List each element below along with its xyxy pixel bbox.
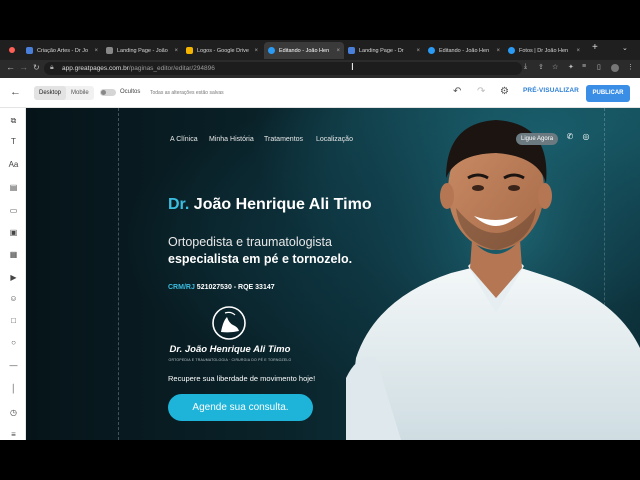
close-icon[interactable]: × xyxy=(336,48,340,54)
forward-arrow-icon[interactable]: → xyxy=(19,62,28,72)
doctor-photo[interactable] xyxy=(346,108,640,440)
browser-tab[interactable]: Criação Artes - Dr Jo × xyxy=(22,42,102,59)
layout-guide xyxy=(118,108,119,440)
subtitle-line-2: especialista em pé e tornozelo. xyxy=(168,252,353,266)
close-icon[interactable]: × xyxy=(254,48,258,54)
hidden-elements-toggle[interactable] xyxy=(100,89,116,96)
browser-tab[interactable]: Logos - Google Drive × xyxy=(182,42,262,59)
menu-link[interactable]: Tratamentos xyxy=(264,136,303,143)
foot-logo-icon xyxy=(212,306,246,340)
profile-avatar[interactable] xyxy=(611,64,619,72)
drive-favicon-icon xyxy=(186,47,193,54)
call-now-button[interactable]: Ligue Agora xyxy=(516,133,559,145)
close-icon[interactable]: × xyxy=(174,48,178,54)
tab-title: Fotos | Dr João Hen xyxy=(519,47,569,54)
close-icon[interactable]: × xyxy=(416,48,420,54)
share-icon[interactable]: ⇪ xyxy=(538,63,544,71)
whatsapp-icon[interactable]: ✆ xyxy=(565,132,575,142)
code-icon[interactable]: ≡ xyxy=(7,430,20,439)
doc-favicon-icon xyxy=(348,47,355,54)
close-icon[interactable]: × xyxy=(496,48,500,54)
tab-title: Landing Page - João xyxy=(117,47,168,54)
url-path: /paginas_editor/editar/294896 xyxy=(128,64,215,72)
browser-tab[interactable]: Fotos | Dr João Hen × xyxy=(504,42,584,59)
redo-icon[interactable]: ↷ xyxy=(477,86,485,97)
menu-link[interactable]: Minha História xyxy=(209,136,254,143)
new-tab-button[interactable]: + xyxy=(592,42,598,53)
emoji-icon[interactable]: ☺ xyxy=(7,294,20,303)
logo-name: Dr. João Henrique Ali Timo xyxy=(169,344,291,355)
extensions-icon[interactable]: ✦ xyxy=(568,63,574,71)
image-icon[interactable]: ▣ xyxy=(7,228,20,237)
device-toggle: Desktop Mobile xyxy=(34,86,94,100)
title-name: João Henrique Ali Timo xyxy=(193,196,372,213)
greatpages-favicon-icon xyxy=(428,47,435,54)
letterbox-bottom xyxy=(0,440,640,480)
doc-favicon-icon xyxy=(26,47,33,54)
tab-title: Landing Page - Dr xyxy=(359,47,404,54)
layers-icon[interactable]: ⧉ xyxy=(7,116,20,126)
circle-icon[interactable]: ○ xyxy=(7,338,20,347)
browser-tab-active[interactable]: Editando - João Hen × xyxy=(264,42,344,59)
device-mobile-button[interactable]: Mobile xyxy=(66,86,94,100)
book-appointment-button[interactable]: Agende sua consulta. xyxy=(168,394,313,421)
logo-tagline: ORTOPEDIA E TRAUMATOLOGIA · CIRURGIA DO … xyxy=(168,358,292,362)
screen: Criação Artes - Dr Jo × Landing Page - J… xyxy=(0,0,640,480)
font-icon[interactable]: Aa xyxy=(7,160,20,169)
text-icon[interactable]: T xyxy=(7,137,20,146)
browser-tab[interactable]: Editando - João Hen × xyxy=(424,42,504,59)
publish-button[interactable]: PUBLICAR xyxy=(586,85,630,102)
tab-title: Criação Artes - Dr Jo xyxy=(37,47,89,54)
device-desktop-button[interactable]: Desktop xyxy=(34,86,67,100)
tab-title: Editando - João Hen xyxy=(439,47,490,54)
sidebar-icon[interactable]: ▯ xyxy=(597,63,601,71)
reload-icon[interactable]: ↻ xyxy=(33,63,40,72)
subtitle-line-1: Ortopedista e traumatologista xyxy=(168,235,332,249)
browser-tab[interactable]: Landing Page - Dr × xyxy=(344,42,424,59)
crm-label: CRM/RJ xyxy=(168,284,195,291)
url-host: app.greatpages.com.br xyxy=(62,64,129,72)
video-icon[interactable]: ▶ xyxy=(7,273,20,282)
menu-link[interactable]: A Clínica xyxy=(170,136,198,143)
gear-icon[interactable]: ⚙ xyxy=(500,86,509,97)
undo-icon[interactable]: ↶ xyxy=(453,86,461,97)
save-status: Todas as alterações estão salvas xyxy=(150,89,224,96)
form-icon[interactable]: ▤ xyxy=(7,183,20,192)
divider-icon[interactable]: │ xyxy=(7,384,20,393)
hidden-elements-label: Ocultos xyxy=(120,89,141,95)
title-prefix: Dr. xyxy=(168,196,190,213)
lock-icon[interactable]: 🔒︎ xyxy=(50,64,54,72)
back-arrow-icon[interactable]: ← xyxy=(10,86,21,98)
chevron-down-icon[interactable]: ⌄ xyxy=(622,44,628,52)
page-canvas[interactable]: A Clínica Minha História Tratamentos Loc… xyxy=(26,108,640,440)
close-icon[interactable]: × xyxy=(94,48,98,54)
download-icon[interactable]: ⤓ xyxy=(524,63,527,71)
crm-info: CRM/RJ 521027530 - RQE 33147 xyxy=(168,284,275,291)
preview-button[interactable]: PRÉ-VISUALIZAR xyxy=(523,87,579,94)
reading-list-icon[interactable]: ≡ xyxy=(582,63,586,70)
instagram-icon[interactable]: ◎ xyxy=(581,132,591,142)
page-title: Dr. João Henrique Ali Timo xyxy=(168,196,372,214)
tab-title: Editando - João Hen xyxy=(279,47,330,54)
timer-icon[interactable]: ◷ xyxy=(7,408,20,417)
crm-value: 521027530 - RQE 33147 xyxy=(196,284,275,291)
url-text[interactable]: app.greatpages.com.br/paginas_editor/edi… xyxy=(62,65,215,72)
gallery-icon[interactable]: ▦ xyxy=(7,250,20,259)
close-icon[interactable]: × xyxy=(576,48,580,54)
greatpages-favicon-icon xyxy=(268,47,275,54)
line-icon[interactable]: — xyxy=(7,361,20,370)
button-icon[interactable]: ▭ xyxy=(7,206,20,215)
browser-tab[interactable]: Landing Page - João × xyxy=(102,42,182,59)
more-menu-icon[interactable]: ⋮ xyxy=(627,63,634,71)
tagline: Recupere sua liberdade de movimento hoje… xyxy=(168,374,316,383)
page-favicon-icon xyxy=(106,47,113,54)
tab-title: Logos - Google Drive xyxy=(197,47,249,54)
box-icon[interactable]: □ xyxy=(7,316,20,325)
greatpages-favicon-icon xyxy=(508,47,515,54)
bookmark-star-icon[interactable]: ☆ xyxy=(552,63,558,71)
text-cursor-icon: I xyxy=(351,62,354,73)
back-arrow-icon[interactable]: ← xyxy=(6,62,15,72)
window-close-dot[interactable] xyxy=(9,47,15,53)
